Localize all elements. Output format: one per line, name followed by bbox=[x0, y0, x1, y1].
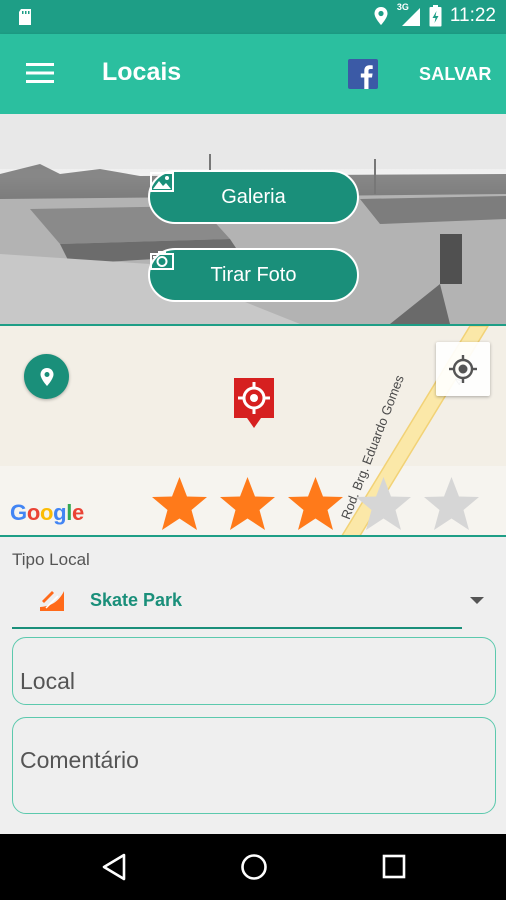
place-form: Tipo Local Skate Park Local Comentário bbox=[0, 539, 506, 834]
place-type-label: Tipo Local bbox=[12, 550, 90, 569]
dropdown-arrow-icon[interactable] bbox=[470, 597, 484, 604]
my-location-button[interactable] bbox=[436, 342, 490, 396]
comment-field[interactable]: Comentário bbox=[12, 717, 496, 814]
app-bar: Locais SALVAR bbox=[0, 34, 506, 114]
star-icon[interactable] bbox=[219, 476, 276, 532]
google-logo: Google bbox=[10, 500, 84, 525]
location-marker-icon[interactable] bbox=[232, 376, 276, 432]
back-icon[interactable] bbox=[101, 853, 127, 881]
take-photo-button[interactable]: Tirar Foto bbox=[148, 248, 359, 302]
signal-icon bbox=[401, 8, 420, 26]
gallery-label: Galeria bbox=[221, 185, 286, 208]
place-type-value: Skate Park bbox=[90, 590, 183, 610]
crosshair-icon bbox=[449, 355, 477, 383]
place-pin-button[interactable] bbox=[24, 354, 69, 399]
star-icon[interactable] bbox=[151, 476, 208, 532]
map-pin-icon bbox=[40, 367, 53, 386]
comment-placeholder: Comentário bbox=[20, 747, 139, 773]
gallery-button[interactable]: Galeria bbox=[148, 170, 359, 224]
save-button[interactable]: SALVAR bbox=[419, 64, 492, 85]
star-empty-icon[interactable] bbox=[355, 476, 412, 532]
recents-icon[interactable] bbox=[382, 853, 406, 881]
facebook-icon[interactable] bbox=[348, 59, 378, 89]
status-bar: 3G 11:22 bbox=[0, 0, 506, 34]
menu-icon[interactable] bbox=[26, 62, 54, 84]
clock: 11:22 bbox=[449, 5, 496, 26]
image-icon bbox=[150, 172, 174, 192]
sd-card-icon bbox=[19, 9, 31, 25]
location-icon bbox=[374, 7, 388, 25]
skate-park-icon bbox=[40, 591, 64, 611]
local-field[interactable]: Local bbox=[12, 637, 496, 705]
photo-area: Galeria Tirar Foto bbox=[0, 114, 506, 324]
star-empty-icon[interactable] bbox=[423, 476, 480, 532]
rating-stars[interactable] bbox=[151, 476, 480, 532]
battery-icon bbox=[429, 5, 442, 27]
system-nav-bar bbox=[0, 834, 506, 900]
place-type-select[interactable]: Skate Park bbox=[12, 579, 462, 629]
camera-icon bbox=[150, 251, 174, 270]
local-placeholder: Local bbox=[20, 668, 75, 694]
home-icon[interactable] bbox=[240, 853, 268, 881]
map-view[interactable]: Rod. Brg. Eduardo Gomes 457 Google bbox=[0, 324, 506, 537]
page-title: Locais bbox=[102, 58, 182, 86]
star-icon[interactable] bbox=[287, 476, 344, 532]
take-photo-label: Tirar Foto bbox=[210, 263, 297, 286]
